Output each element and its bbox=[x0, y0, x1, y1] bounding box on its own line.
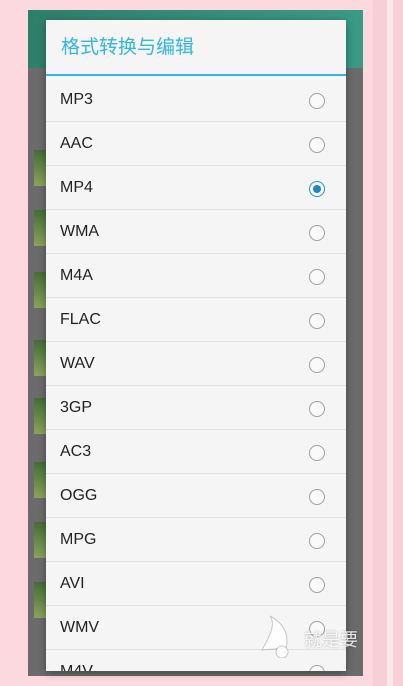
format-option-label: WAV bbox=[60, 355, 95, 372]
format-option-label: OGG bbox=[60, 487, 98, 504]
radio-unchecked-icon[interactable] bbox=[309, 445, 325, 461]
radio-unchecked-icon[interactable] bbox=[309, 137, 325, 153]
format-option-label: AC3 bbox=[60, 443, 92, 460]
format-option-flac[interactable]: FLAC bbox=[46, 298, 346, 342]
format-option-label: WMV bbox=[60, 619, 100, 636]
format-option-wav[interactable]: WAV bbox=[46, 342, 346, 386]
format-option-label: MP3 bbox=[60, 91, 93, 108]
format-dialog: 格式转换与编辑 MP3 AAC MP4 WMA M4A FLAC WAV 3GP AC3 OGG M… bbox=[46, 20, 346, 671]
background-thumbnail bbox=[34, 340, 46, 376]
background-thumbnail bbox=[34, 462, 46, 498]
background-thumbnail bbox=[34, 398, 46, 434]
watermark-text: 就是要 bbox=[304, 630, 358, 650]
dialog-title: 格式转换与编辑 bbox=[46, 20, 346, 76]
radio-unchecked-icon[interactable] bbox=[309, 357, 325, 373]
format-option-wma[interactable]: WMA bbox=[46, 210, 346, 254]
background-border-strip bbox=[373, 0, 403, 686]
radio-unchecked-icon[interactable] bbox=[309, 269, 325, 285]
radio-unchecked-icon[interactable] bbox=[309, 577, 325, 593]
format-option-label: M4A bbox=[60, 267, 93, 284]
format-option-label: WMA bbox=[60, 223, 100, 240]
radio-checked-icon[interactable] bbox=[309, 181, 325, 197]
radio-unchecked-icon[interactable] bbox=[309, 489, 325, 505]
radio-unchecked-icon[interactable] bbox=[309, 93, 325, 109]
format-option-label: AAC bbox=[60, 135, 93, 152]
format-option-label: FLAC bbox=[60, 311, 101, 328]
background-thumbnail bbox=[34, 522, 46, 558]
background-thumbnail bbox=[34, 210, 46, 246]
radio-unchecked-icon[interactable] bbox=[309, 313, 325, 329]
format-option-ac3[interactable]: AC3 bbox=[46, 430, 346, 474]
radio-unchecked-icon[interactable] bbox=[309, 533, 325, 549]
background-thumbnail bbox=[34, 150, 46, 186]
watermark-logo: 就是要 bbox=[256, 614, 374, 659]
format-option-label: MPG bbox=[60, 531, 97, 548]
radio-unchecked-icon[interactable] bbox=[309, 665, 325, 671]
format-option-m4a[interactable]: M4A bbox=[46, 254, 346, 298]
format-option-label: 3GP bbox=[60, 399, 93, 416]
format-option-aac[interactable]: AAC bbox=[46, 122, 346, 166]
watermark-bird-icon bbox=[261, 615, 289, 659]
format-option-ogg[interactable]: OGG bbox=[46, 474, 346, 518]
format-option-label: AVI bbox=[60, 575, 85, 592]
format-option-3gp[interactable]: 3GP bbox=[46, 386, 346, 430]
background-border-line bbox=[387, 0, 393, 686]
format-option-label: MP4 bbox=[60, 179, 93, 196]
format-option-list[interactable]: MP3 AAC MP4 WMA M4A FLAC WAV 3GP AC3 OGG MPG AVI WMV… bbox=[46, 78, 346, 671]
format-option-mpg[interactable]: MPG bbox=[46, 518, 346, 562]
background-thumbnail bbox=[34, 272, 46, 308]
format-option-mp4[interactable]: MP4 bbox=[46, 166, 346, 210]
format-option-mp3[interactable]: MP3 bbox=[46, 78, 346, 122]
format-option-label: M4V bbox=[60, 650, 93, 671]
radio-unchecked-icon[interactable] bbox=[309, 401, 325, 417]
format-option-avi[interactable]: AVI bbox=[46, 562, 346, 606]
radio-unchecked-icon[interactable] bbox=[309, 225, 325, 241]
background-thumbnail bbox=[34, 582, 46, 618]
